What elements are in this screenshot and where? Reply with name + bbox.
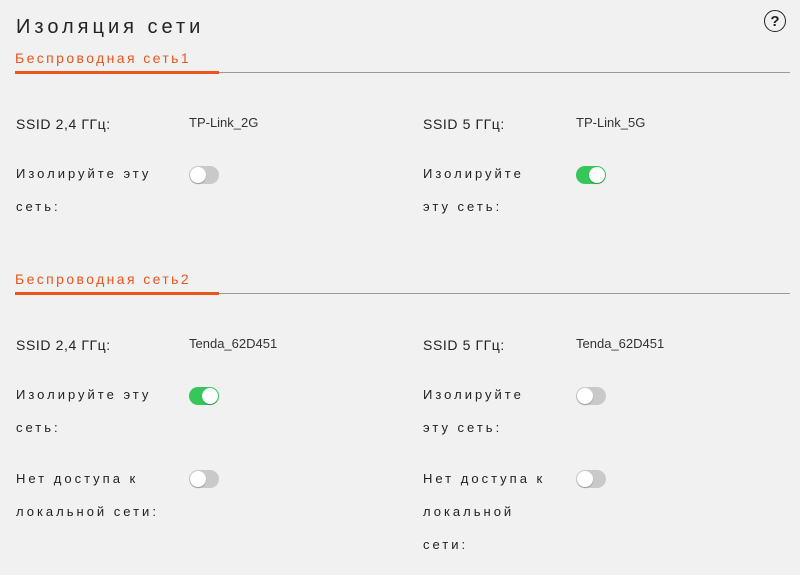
- toggle-knob: [577, 471, 593, 487]
- no-local-access-label-line3: сети:: [423, 537, 469, 552]
- ssid-5-label: SSID 5 ГГц:: [423, 337, 505, 353]
- page-title: Изоляция сети: [16, 16, 205, 38]
- ssid-5-value: TP-Link_5G: [576, 115, 646, 130]
- no-local-access-label-line2: локальной: [423, 504, 515, 519]
- toggle-knob: [202, 388, 218, 404]
- section-header-wireless-1: Беспроводная сеть1: [15, 50, 790, 74]
- toggle-knob: [589, 167, 605, 183]
- isolate-label-line2: сеть:: [16, 420, 61, 435]
- isolate-label-line2: эту сеть:: [423, 420, 503, 435]
- no-local-access-label-line2: локальной сети:: [16, 504, 159, 519]
- isolate-label-line2: эту сеть:: [423, 199, 503, 214]
- ssid-24-label: SSID 2,4 ГГц:: [16, 116, 111, 132]
- isolate-24-toggle[interactable]: [189, 387, 219, 405]
- isolate-24-toggle[interactable]: [189, 166, 219, 184]
- tab-wireless-2[interactable]: Беспроводная сеть2: [15, 271, 191, 287]
- toggle-knob: [190, 167, 206, 183]
- isolate-5-toggle[interactable]: [576, 387, 606, 405]
- isolate-label-line1: Изолируйте: [423, 166, 524, 181]
- no-local-access-label-line1: Нет доступа к: [423, 471, 546, 486]
- isolate-label-line1: Изолируйте эту: [16, 387, 152, 402]
- active-tab-underline: [15, 292, 219, 295]
- ssid-24-value: Tenda_62D451: [189, 336, 278, 351]
- help-icon[interactable]: ?: [764, 10, 786, 32]
- ssid-5-value: Tenda_62D451: [576, 336, 665, 351]
- no-local-access-5-toggle[interactable]: [576, 470, 606, 488]
- active-tab-underline: [15, 71, 219, 74]
- isolate-label-line1: Изолируйте эту: [16, 166, 152, 181]
- isolate-label-line2: сеть:: [16, 199, 61, 214]
- toggle-knob: [190, 471, 206, 487]
- ssid-24-value: TP-Link_2G: [189, 115, 259, 130]
- section-header-wireless-2: Беспроводная сеть2: [15, 271, 790, 295]
- no-local-access-24-toggle[interactable]: [189, 470, 219, 488]
- isolate-5-toggle[interactable]: [576, 166, 606, 184]
- no-local-access-label-line1: Нет доступа к: [16, 471, 139, 486]
- toggle-knob: [577, 388, 593, 404]
- tab-wireless-1[interactable]: Беспроводная сеть1: [15, 50, 191, 66]
- ssid-24-label: SSID 2,4 ГГц:: [16, 337, 111, 353]
- ssid-5-label: SSID 5 ГГц:: [423, 116, 505, 132]
- isolate-label-line1: Изолируйте: [423, 387, 524, 402]
